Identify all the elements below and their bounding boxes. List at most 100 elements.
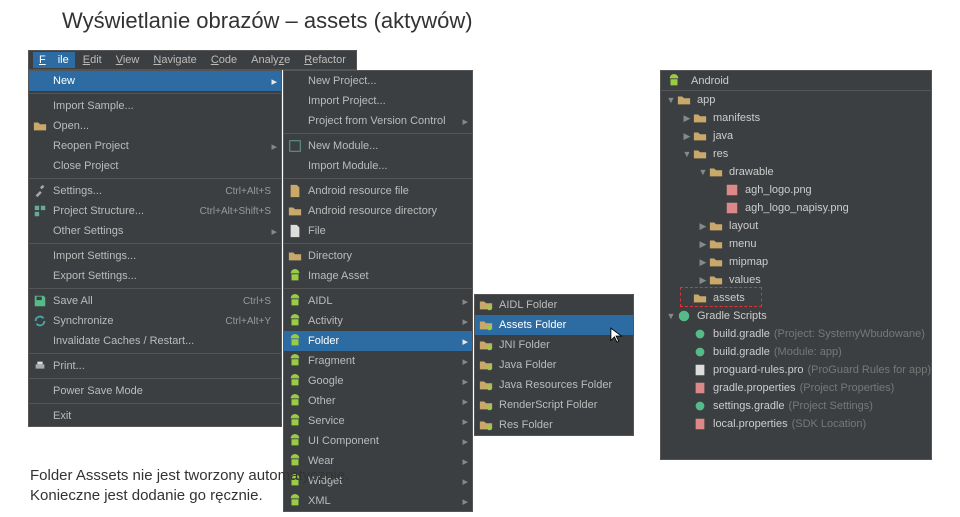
folder-icon xyxy=(709,255,723,269)
menu-item-import-module[interactable]: Import Module... xyxy=(284,156,472,176)
menu-item-java-folder[interactable]: Java Folder xyxy=(475,355,633,375)
menu-item-java-res-folder[interactable]: Java Resources Folder xyxy=(475,375,633,395)
tree-layout[interactable]: ▶layout xyxy=(661,217,931,235)
menu-item-res-folder[interactable]: Res Folder xyxy=(475,415,633,435)
folder-icon xyxy=(693,111,707,125)
folder-icon xyxy=(709,273,723,287)
print-icon xyxy=(33,359,47,373)
image-file-icon xyxy=(725,183,739,197)
menu-item-reopen[interactable]: Reopen Project▸ xyxy=(29,136,281,156)
sync-icon xyxy=(33,314,47,328)
tree-build-gradle-app[interactable]: build.gradle(Module: app) xyxy=(661,343,931,361)
tree-proguard[interactable]: proguard-rules.pro(ProGuard Rules for ap… xyxy=(661,361,931,379)
menu-item-open[interactable]: Open... xyxy=(29,116,281,136)
wrench-icon xyxy=(33,184,47,198)
save-icon xyxy=(33,294,47,308)
menu-item-directory[interactable]: Directory xyxy=(284,246,472,266)
menu-item-import-settings[interactable]: Import Settings... xyxy=(29,246,281,266)
menu-item-project-structure[interactable]: Project Structure...Ctrl+Alt+Shift+S xyxy=(29,201,281,221)
tree-menu[interactable]: ▶menu xyxy=(661,235,931,253)
tree-agh-logo[interactable]: agh_logo.png xyxy=(661,181,931,199)
tree-gradle-scripts[interactable]: ▼Gradle Scripts xyxy=(661,307,931,325)
tree-gradle-properties[interactable]: gradle.properties(Project Properties) xyxy=(661,379,931,397)
menu-code[interactable]: Code xyxy=(205,52,243,68)
menu-item-service[interactable]: Service▸ xyxy=(284,411,472,431)
menu-item-jni-folder[interactable]: JNI Folder xyxy=(475,335,633,355)
tree-java[interactable]: ▶java xyxy=(661,127,931,145)
project-tool-window: Android ▼app ▶manifests ▶java ▼res ▼draw… xyxy=(660,70,932,460)
menu-analyze[interactable]: Analyze xyxy=(245,52,296,68)
slide-footer: Folder Asssets nie jest tworzony automat… xyxy=(30,466,349,505)
menu-item-invalidate-caches[interactable]: Invalidate Caches / Restart... xyxy=(29,331,281,351)
folder-android-icon xyxy=(479,418,493,432)
folder-icon xyxy=(709,237,723,251)
android-icon xyxy=(667,74,681,88)
menu-refactor[interactable]: Refactor xyxy=(298,52,352,68)
ide-menubar: File Edit View Navigate Code Analyze Ref… xyxy=(28,50,357,70)
menu-item-file[interactable]: File xyxy=(284,221,472,241)
assets-highlight xyxy=(680,287,762,307)
menu-item-new[interactable]: New▸ xyxy=(29,71,281,91)
android-icon xyxy=(288,294,302,308)
menu-navigate[interactable]: Navigate xyxy=(147,52,202,68)
menu-item-aidl[interactable]: AIDL▸ xyxy=(284,291,472,311)
folder-android-icon xyxy=(479,398,493,412)
text-file-icon xyxy=(693,363,707,377)
menu-item-assets-folder[interactable]: Assets Folder xyxy=(475,315,633,335)
android-icon xyxy=(288,394,302,408)
folder-icon xyxy=(693,147,707,161)
folder-icon xyxy=(288,204,302,218)
menu-view[interactable]: View xyxy=(110,52,146,68)
menu-item-import-project[interactable]: Import Project... xyxy=(284,91,472,111)
menu-file[interactable]: File xyxy=(33,52,75,68)
menu-item-import-sample[interactable]: Import Sample... xyxy=(29,96,281,116)
menu-item-folder[interactable]: Folder▸ xyxy=(284,331,472,351)
android-icon xyxy=(288,434,302,448)
menu-item-google[interactable]: Google▸ xyxy=(284,371,472,391)
menu-item-close-project[interactable]: Close Project xyxy=(29,156,281,176)
android-icon xyxy=(288,414,302,428)
tree-mipmap[interactable]: ▶mipmap xyxy=(661,253,931,271)
xml-file-icon xyxy=(288,184,302,198)
menu-item-new-project[interactable]: New Project... xyxy=(284,71,472,91)
menu-item-settings[interactable]: Settings...Ctrl+Alt+S xyxy=(29,181,281,201)
menu-item-ares-file[interactable]: Android resource file xyxy=(284,181,472,201)
android-icon xyxy=(288,314,302,328)
menu-item-activity[interactable]: Activity▸ xyxy=(284,311,472,331)
properties-file-icon xyxy=(693,417,707,431)
tree-settings-gradle[interactable]: settings.gradle(Project Settings) xyxy=(661,397,931,415)
folder-android-icon xyxy=(479,378,493,392)
menu-item-image-asset[interactable]: Image Asset xyxy=(284,266,472,286)
menu-item-fragment[interactable]: Fragment▸ xyxy=(284,351,472,371)
menu-item-project-vcs[interactable]: Project from Version Control▸ xyxy=(284,111,472,131)
menu-item-synchronize[interactable]: SynchronizeCtrl+Alt+Y xyxy=(29,311,281,331)
menu-item-renderscript-folder[interactable]: RenderScript Folder xyxy=(475,395,633,415)
folder-open-icon xyxy=(33,119,47,133)
tree-local-properties[interactable]: local.properties(SDK Location) xyxy=(661,415,931,433)
properties-file-icon xyxy=(693,381,707,395)
menu-item-ares-dir[interactable]: Android resource directory xyxy=(284,201,472,221)
gradle-file-icon xyxy=(693,399,707,413)
tree-drawable[interactable]: ▼drawable xyxy=(661,163,931,181)
menu-item-exit[interactable]: Exit xyxy=(29,406,281,426)
menu-item-other[interactable]: Other▸ xyxy=(284,391,472,411)
menu-item-aidl-folder[interactable]: AIDL Folder xyxy=(475,295,633,315)
menu-item-export-settings[interactable]: Export Settings... xyxy=(29,266,281,286)
tree-manifests[interactable]: ▶manifests xyxy=(661,109,931,127)
menu-item-other-settings[interactable]: Other Settings▸ xyxy=(29,221,281,241)
tree-res[interactable]: ▼res xyxy=(661,145,931,163)
tree-build-gradle-project[interactable]: build.gradle(Project: SystemyWbudowane) xyxy=(661,325,931,343)
new-submenu: New Project... Import Project... Project… xyxy=(283,70,473,512)
tree-app[interactable]: ▼app xyxy=(661,91,931,109)
project-header[interactable]: Android xyxy=(661,71,931,91)
module-icon xyxy=(288,139,302,153)
tree-agh-logo-napisy[interactable]: agh_logo_napisy.png xyxy=(661,199,931,217)
gradle-icon xyxy=(677,309,691,323)
menu-item-power-save[interactable]: Power Save Mode xyxy=(29,381,281,401)
menu-item-new-module[interactable]: New Module... xyxy=(284,136,472,156)
menu-item-print[interactable]: Print... xyxy=(29,356,281,376)
menu-item-ui-component[interactable]: UI Component▸ xyxy=(284,431,472,451)
menu-item-save-all[interactable]: Save AllCtrl+S xyxy=(29,291,281,311)
android-icon xyxy=(288,269,302,283)
menu-edit[interactable]: Edit xyxy=(77,52,108,68)
